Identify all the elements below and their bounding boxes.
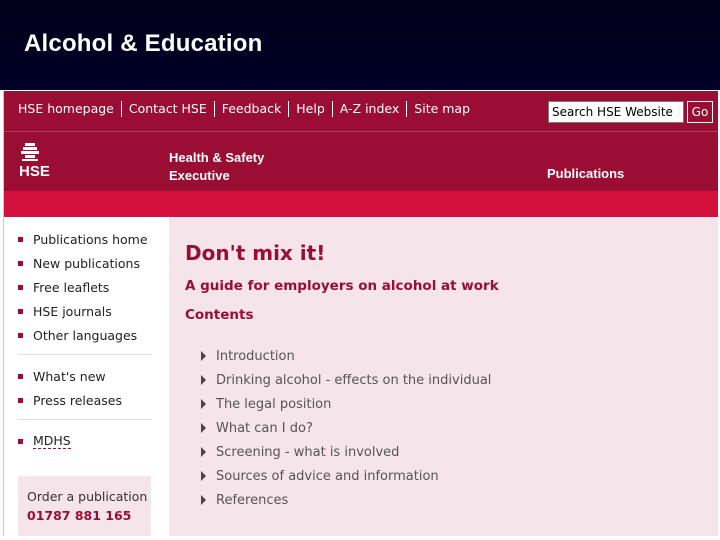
page-title: Don't mix it! bbox=[185, 241, 326, 265]
org-name: Health & Safety Executive bbox=[169, 150, 265, 183]
triangle-right-icon bbox=[201, 495, 206, 505]
square-bullet-icon bbox=[18, 332, 23, 338]
nav-link-feedback[interactable]: Feedback bbox=[213, 101, 289, 117]
triangle-right-icon bbox=[201, 399, 206, 409]
sidebar-item-label: Other languages bbox=[33, 327, 138, 343]
sidebar-item-other-languages[interactable]: Other languages bbox=[18, 323, 152, 347]
sidebar-item-mdhs[interactable]: MDHS bbox=[18, 429, 152, 453]
page-subtitle: A guide for employers on alcohol at work bbox=[185, 278, 499, 294]
sidebar-group-news: What's new Press releases bbox=[18, 364, 152, 412]
order-phone: 01787 881 165 bbox=[27, 508, 132, 523]
square-bullet-icon bbox=[18, 284, 23, 290]
sidebar-divider bbox=[18, 419, 152, 420]
sidebar-item-publications-home[interactable]: Publications home bbox=[18, 227, 152, 251]
sidebar-item-label: Free leaflets bbox=[33, 279, 110, 295]
square-bullet-icon bbox=[18, 236, 23, 242]
toc-label: References bbox=[216, 492, 289, 508]
nav-link-help[interactable]: Help bbox=[288, 101, 332, 117]
top-nav-links: HSE homepage Contact HSE Feedback Help A… bbox=[16, 101, 477, 117]
toc-link-sources-of-advice[interactable]: Sources of advice and information bbox=[201, 464, 491, 488]
accent-strip bbox=[4, 191, 718, 217]
toc-label: What can I do? bbox=[216, 420, 313, 436]
triangle-right-icon bbox=[201, 375, 206, 385]
triangle-right-icon bbox=[201, 471, 206, 481]
sidebar-group-mdhs: MDHS bbox=[18, 429, 152, 453]
slide-title-bar: Alcohol & Education bbox=[0, 0, 720, 90]
toc-link-introduction[interactable]: Introduction bbox=[201, 344, 491, 368]
toc-link-references[interactable]: References bbox=[201, 488, 491, 512]
triangle-right-icon bbox=[201, 351, 206, 361]
triangle-right-icon bbox=[201, 423, 206, 433]
order-publication-box: Order a publication 01787 881 165 bbox=[18, 476, 151, 536]
table-of-contents: Introduction Drinking alcohol - effects … bbox=[201, 344, 491, 512]
nav-link-site-map[interactable]: Site map bbox=[406, 101, 477, 117]
toc-label: The legal position bbox=[216, 396, 332, 412]
contents-heading: Contents bbox=[185, 307, 254, 323]
square-bullet-icon bbox=[18, 308, 23, 314]
sidebar-item-label: MDHS bbox=[33, 433, 71, 449]
toc-label: Introduction bbox=[216, 348, 295, 364]
toc-label: Sources of advice and information bbox=[216, 468, 439, 484]
nav-link-a-z-index[interactable]: A-Z index bbox=[331, 101, 407, 117]
square-bullet-icon bbox=[18, 373, 23, 379]
sidebar-divider bbox=[18, 354, 152, 355]
toc-link-drinking-alcohol[interactable]: Drinking alcohol - effects on the indivi… bbox=[201, 368, 491, 392]
triangle-right-icon bbox=[201, 447, 206, 457]
main-content: Don't mix it! A guide for employers on a… bbox=[169, 217, 718, 536]
section-name[interactable]: Publications bbox=[547, 166, 624, 181]
sidebar-item-label: What's new bbox=[33, 368, 106, 384]
toc-link-what-can-i-do[interactable]: What can I do? bbox=[201, 416, 491, 440]
sidebar-item-whats-new[interactable]: What's new bbox=[18, 364, 152, 388]
go-button[interactable]: Go bbox=[687, 101, 713, 123]
sidebar-item-press-releases[interactable]: Press releases bbox=[18, 388, 152, 412]
sidebar-group-publications: Publications home New publications Free … bbox=[18, 227, 152, 347]
square-bullet-icon bbox=[18, 397, 23, 403]
sidebar-item-free-leaflets[interactable]: Free leaflets bbox=[18, 275, 152, 299]
square-bullet-icon bbox=[18, 260, 23, 266]
search-input[interactable]: Search HSE Website bbox=[548, 101, 684, 123]
brand-header: HSE Health & Safety Executive Publicatio… bbox=[4, 131, 718, 191]
order-label: Order a publication bbox=[27, 489, 148, 504]
sidebar: Publications home New publications Free … bbox=[4, 217, 164, 536]
toc-link-legal-position[interactable]: The legal position bbox=[201, 392, 491, 416]
toc-link-screening[interactable]: Screening - what is involved bbox=[201, 440, 491, 464]
toc-label: Drinking alcohol - effects on the indivi… bbox=[216, 372, 492, 388]
nav-link-contact-hse[interactable]: Contact HSE bbox=[120, 101, 214, 117]
top-navigation: HSE homepage Contact HSE Feedback Help A… bbox=[4, 91, 718, 131]
website-screenshot: HSE homepage Contact HSE Feedback Help A… bbox=[3, 91, 718, 536]
hse-logo-text[interactable]: HSE bbox=[19, 163, 50, 180]
sidebar-item-label: Press releases bbox=[33, 392, 122, 408]
sidebar-item-label: New publications bbox=[33, 255, 140, 271]
sidebar-item-hse-journals[interactable]: HSE journals bbox=[18, 299, 152, 323]
sidebar-item-new-publications[interactable]: New publications bbox=[18, 251, 152, 275]
sidebar-item-label: Publications home bbox=[33, 231, 148, 247]
square-bullet-icon bbox=[18, 438, 23, 444]
sidebar-item-label: HSE journals bbox=[33, 303, 112, 319]
nav-link-hse-homepage[interactable]: HSE homepage bbox=[16, 101, 121, 117]
toc-label: Screening - what is involved bbox=[216, 444, 400, 460]
slide-title: Alcohol & Education bbox=[24, 30, 263, 57]
